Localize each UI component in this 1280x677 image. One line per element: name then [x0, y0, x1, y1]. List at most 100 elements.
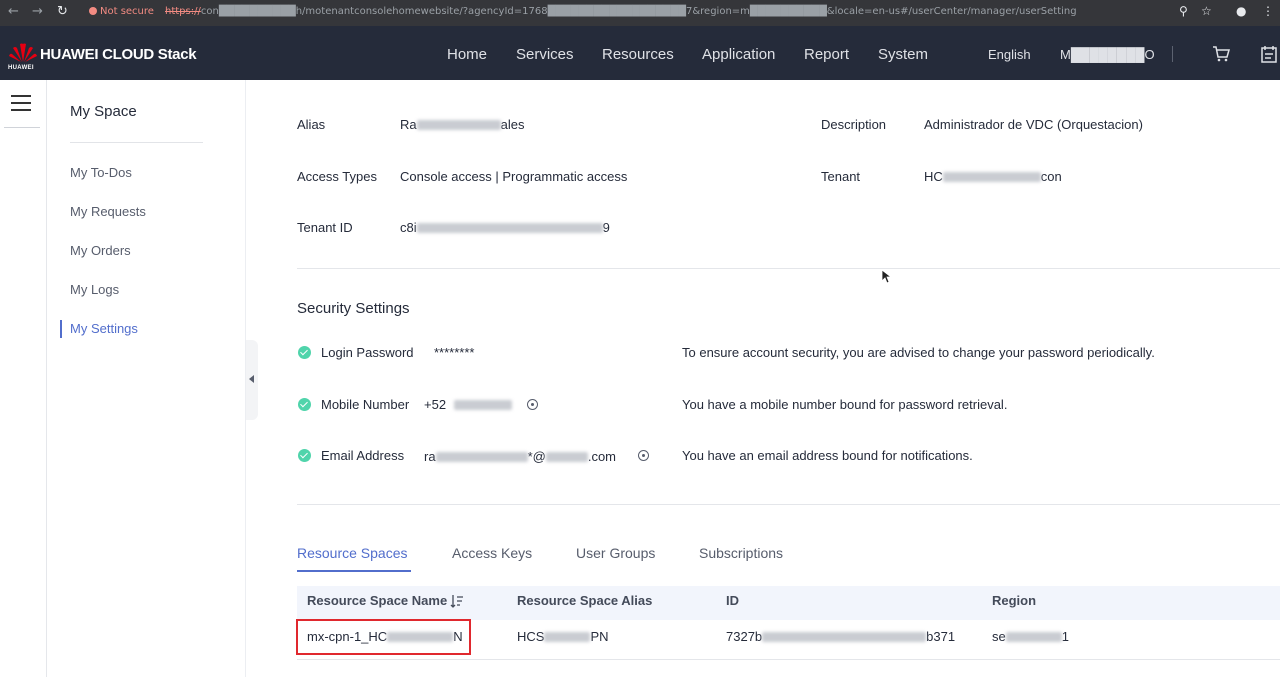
redacted-text [1005, 632, 1062, 642]
email-prefix: ra [424, 449, 436, 464]
forward-icon[interactable]: → [32, 4, 43, 19]
description-value: Administrador de VDC (Orquestacion) [924, 117, 1143, 132]
email-address-label: Email Address [321, 448, 405, 463]
tenant-id-suffix: 9 [602, 220, 610, 235]
redacted-text [762, 632, 927, 642]
user-settings-panel: Alias Ra ales Description Administrador d… [265, 80, 1280, 677]
top-navigation: HUAWEI HUAWEI CLOUD Stack Home Services … [0, 26, 1280, 80]
tab-access-keys[interactable]: Access Keys [452, 545, 532, 561]
mouse-cursor-icon [882, 270, 892, 284]
section-divider [297, 504, 1280, 505]
language-selector[interactable]: English [988, 47, 1031, 62]
tab-resource-spaces[interactable]: Resource Spaces [297, 545, 408, 561]
sidebar-item-my-orders[interactable]: My Orders [70, 243, 131, 258]
url-text: con██████████h/motenantconsolehomewebsit… [200, 6, 1077, 17]
resource-space-id-cell: 7327b b371 [726, 629, 955, 644]
back-icon[interactable]: ← [8, 4, 19, 19]
tenant-id-value: c8i 9 [400, 220, 610, 235]
mobile-prefix: +52 [424, 397, 447, 412]
collapse-sidebar-button[interactable] [246, 340, 258, 420]
brand-title[interactable]: HUAWEI CLOUD Stack [40, 46, 197, 63]
redacted-text [545, 452, 588, 462]
id-suffix: b371 [926, 629, 956, 644]
nav-report[interactable]: Report [804, 46, 849, 63]
profile-icon[interactable]: ● [1236, 4, 1246, 18]
sidebar-item-my-requests[interactable]: My Requests [70, 204, 146, 219]
tenant-prefix: HC [924, 169, 943, 184]
sort-icon[interactable] [450, 594, 464, 608]
sidebar-item-my-settings[interactable]: My Settings [70, 321, 138, 336]
hamburger-menu-icon[interactable] [11, 95, 31, 113]
email-tail: .com [587, 449, 616, 464]
access-types-value: Console access | Programmatic access [400, 169, 628, 184]
alias-suffix: ales [500, 117, 525, 132]
logo-text: HUAWEI [8, 65, 34, 71]
sidebar-item-my-to-dos[interactable]: My To-Dos [70, 165, 132, 180]
tenant-suffix: con [1040, 169, 1062, 184]
my-space-menu: My Space My To-Dos My Requests My Orders… [48, 80, 246, 677]
redacted-text [544, 632, 591, 642]
not-secure-badge[interactable]: Not secure [89, 6, 154, 17]
check-circle-icon [298, 449, 311, 462]
cart-icon[interactable] [1212, 45, 1230, 63]
active-indicator [60, 320, 62, 338]
alias-prefix: Ra [400, 117, 417, 132]
tab-user-groups[interactable]: User Groups [576, 545, 655, 561]
warning-icon [89, 7, 97, 15]
column-region[interactable]: Region [992, 593, 1036, 608]
highlight-box [296, 619, 471, 655]
tenant-label: Tenant [821, 169, 861, 184]
sidebar-item-my-logs[interactable]: My Logs [70, 282, 119, 297]
bookmark-star-icon[interactable]: ☆ [1201, 4, 1212, 18]
url-scheme: https:// [165, 6, 201, 17]
login-password-label: Login Password [321, 345, 414, 360]
show-eye-icon[interactable] [638, 450, 649, 461]
column-resource-space-alias[interactable]: Resource Space Alias [517, 593, 652, 608]
collapse-arrow-icon [249, 375, 254, 383]
browser-menu-icon[interactable]: ⋮ [1262, 4, 1274, 18]
mobile-number-label: Mobile Number [321, 397, 410, 412]
column-id[interactable]: ID [726, 593, 739, 608]
redacted-text [416, 120, 501, 130]
region-suffix: 1 [1061, 629, 1069, 644]
tenant-value: HC con [924, 169, 1062, 184]
zoom-icon[interactable]: ⚲ [1179, 4, 1188, 18]
redacted-text [454, 400, 513, 410]
check-circle-icon [298, 346, 311, 359]
sidebar-divider [4, 127, 40, 128]
alias-value: Ra ales [400, 117, 524, 132]
alias-cell-suffix: PN [590, 629, 609, 644]
check-circle-icon [298, 398, 311, 411]
id-prefix: 7327b [726, 629, 763, 644]
login-password-hint: To ensure account security, you are advi… [682, 345, 1155, 360]
show-eye-icon[interactable] [527, 399, 538, 410]
email-address-hint: You have an email address bound for noti… [682, 448, 973, 463]
user-menu[interactable]: M████████O [1060, 47, 1155, 62]
redacted-text [942, 172, 1041, 182]
browser-toolbar: ← → ↻ Not secure https://con██████████h/… [0, 0, 1280, 26]
tenant-id-label: Tenant ID [297, 220, 353, 235]
active-tab-underline [297, 570, 411, 572]
email-middle: *@ [527, 449, 546, 464]
redacted-text [416, 223, 603, 233]
nav-application[interactable]: Application [702, 46, 775, 63]
not-secure-label: Not secure [100, 6, 154, 17]
alias-label: Alias [297, 117, 326, 132]
nav-resources[interactable]: Resources [602, 46, 674, 63]
login-password-value[interactable]: ******** [434, 345, 474, 360]
nav-system[interactable]: System [878, 46, 928, 63]
reload-icon[interactable]: ↻ [57, 4, 68, 19]
tab-subscriptions[interactable]: Subscriptions [699, 545, 783, 561]
global-sidebar [0, 80, 47, 677]
access-types-label: Access Types [297, 169, 377, 184]
nav-home[interactable]: Home [447, 46, 487, 63]
region-cell: se 1 [992, 629, 1069, 644]
region-prefix: se [992, 629, 1006, 644]
address-bar[interactable]: https://con██████████h/motenantconsoleho… [165, 6, 1077, 17]
orders-icon[interactable] [1260, 45, 1278, 63]
side-menu-divider [70, 142, 203, 143]
nav-services[interactable]: Services [516, 46, 574, 63]
side-menu-title: My Space [70, 103, 137, 120]
column-resource-space-name[interactable]: Resource Space Name [307, 593, 447, 608]
redacted-text [435, 452, 528, 462]
